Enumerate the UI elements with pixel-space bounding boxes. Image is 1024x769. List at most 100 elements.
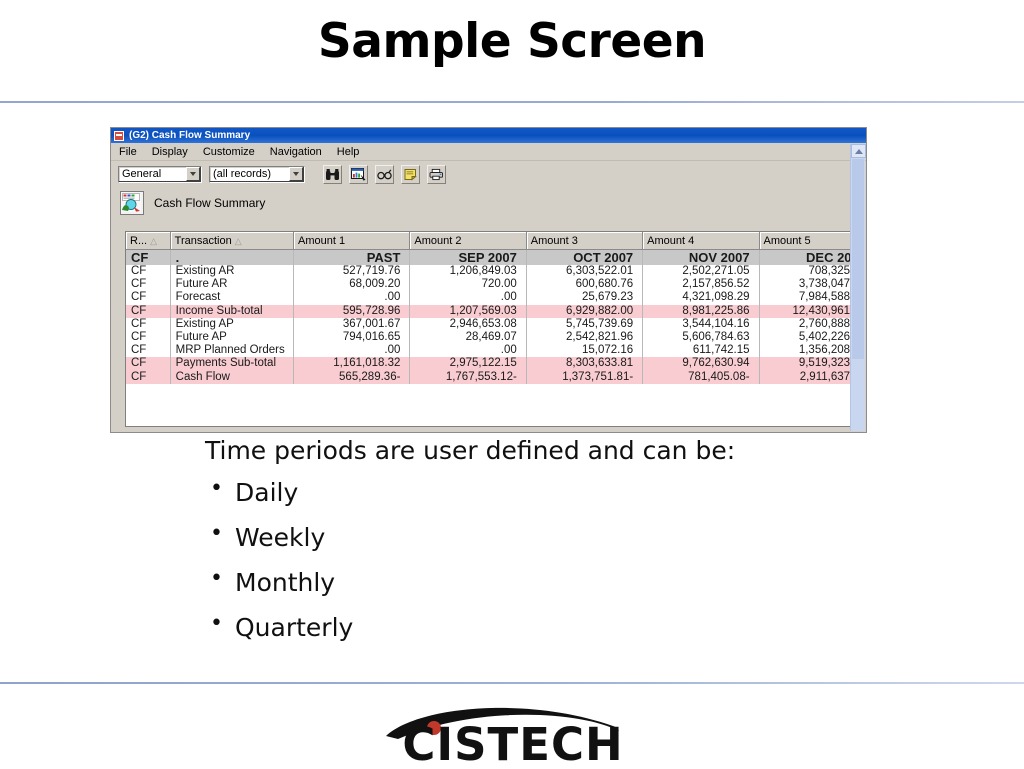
cell-amount-1: 527,719.76 bbox=[293, 265, 411, 279]
table-row[interactable]: CF Existing AP 367,001.67 2,946,653.08 5,745… bbox=[126, 317, 853, 332]
toolbar: General (all records) bbox=[111, 161, 866, 187]
cell-amount-3: OCT 2007 bbox=[526, 249, 644, 265]
bullet-list: Daily Weekly Monthly Quarterly bbox=[205, 476, 905, 642]
cell-amount-4: 3,544,104.16 bbox=[642, 317, 760, 332]
cell-record-type: CF bbox=[126, 331, 171, 345]
menu-item-help[interactable]: Help bbox=[337, 146, 360, 158]
content-block: Time periods are user defined and can be… bbox=[205, 436, 905, 658]
app-window-icon bbox=[114, 130, 124, 141]
cell-amount-3: 600,680.76 bbox=[526, 278, 644, 292]
cell-amount-5: 2,760,888.21 bbox=[759, 317, 853, 332]
report-icon bbox=[120, 190, 144, 215]
cell-amount-5: 3,738,047.70 bbox=[759, 278, 853, 292]
cell-amount-1: 367,001.67 bbox=[293, 317, 411, 332]
view-select[interactable]: General bbox=[118, 165, 202, 183]
scroll-up-arrow-icon[interactable] bbox=[851, 144, 866, 158]
cell-amount-2: .00 bbox=[409, 291, 527, 305]
column-header-amount-5[interactable]: Amount 5 bbox=[759, 232, 853, 250]
table-header-row: R... △ Transaction △ Amount 1 Amount 2 Amo… bbox=[126, 232, 853, 250]
chart-query-icon bbox=[351, 167, 366, 181]
menu-item-file[interactable]: File bbox=[119, 146, 137, 158]
cistech-logo: CISTECH bbox=[378, 700, 648, 769]
window-titlebar: (G2) Cash Flow Summary bbox=[111, 128, 866, 143]
cell-amount-1: 68,009.20 bbox=[293, 278, 411, 292]
cash-flow-grid[interactable]: R... △ Transaction △ Amount 1 Amount 2 Amo… bbox=[125, 231, 854, 427]
cell-amount-5: 2,911,637.97 bbox=[759, 370, 853, 384]
menu-item-navigation[interactable]: Navigation bbox=[270, 146, 322, 158]
table-row[interactable]: CF Future AR 68,009.20 720.00 600,680.76 2,15… bbox=[126, 278, 853, 292]
cell-transaction: Income Sub-total bbox=[170, 304, 295, 318]
cell-amount-1: PAST bbox=[293, 249, 411, 265]
print-button[interactable] bbox=[427, 164, 446, 184]
cell-amount-2: 2,975,122.15 bbox=[409, 357, 527, 371]
query-button[interactable] bbox=[349, 164, 368, 184]
sort-indicator-icon[interactable]: △ bbox=[150, 236, 157, 246]
column-header-amount-1[interactable]: Amount 1 bbox=[293, 232, 411, 250]
content-lead-text: Time periods are user defined and can be… bbox=[205, 436, 736, 465]
report-title: Cash Flow Summary bbox=[154, 195, 266, 210]
column-header-amount-4[interactable]: Amount 4 bbox=[642, 232, 760, 250]
column-header-label: Transaction bbox=[174, 234, 232, 247]
column-header-transaction[interactable]: Transaction △ bbox=[170, 232, 295, 250]
cell-record-type: CF bbox=[126, 370, 171, 384]
cell-amount-4: 4,321,098.29 bbox=[642, 291, 760, 305]
cell-transaction: Existing AR bbox=[170, 265, 295, 279]
cell-amount-1: .00 bbox=[293, 344, 411, 358]
cell-amount-5: 7,984,588.18 bbox=[759, 291, 853, 305]
cell-amount-4: NOV 2007 bbox=[642, 249, 760, 265]
cell-transaction: Existing AP bbox=[170, 317, 295, 332]
table-row[interactable]: CF Existing AR 527,719.76 1,206,849.03 6,303… bbox=[126, 265, 853, 279]
table-row[interactable]: CF Future AP 794,016.65 28,469.07 2,542,821.… bbox=[126, 331, 853, 345]
chevron-down-icon[interactable] bbox=[186, 167, 200, 181]
window-title: (G2) Cash Flow Summary bbox=[129, 130, 251, 141]
cell-amount-3: 8,303,633.81 bbox=[526, 357, 644, 371]
logo-wordmark: CISTECH bbox=[402, 718, 623, 764]
records-select[interactable]: (all records) bbox=[209, 165, 305, 183]
cell-amount-5: 1,356,208.18 bbox=[759, 344, 853, 358]
find-button[interactable] bbox=[323, 164, 342, 184]
note-button[interactable] bbox=[401, 164, 420, 184]
cell-record-type: CF bbox=[126, 304, 171, 318]
chevron-down-icon[interactable] bbox=[289, 167, 303, 181]
cell-amount-4: 781,405.08- bbox=[642, 370, 760, 384]
cell-amount-1: 595,728.96 bbox=[293, 304, 411, 318]
cell-amount-2: 1,206,849.03 bbox=[409, 265, 527, 279]
cell-amount-3: 6,303,522.01 bbox=[526, 265, 644, 279]
table-row[interactable]: CF Cash Flow 565,289.36- 1,767,553.12- 1,373… bbox=[126, 370, 853, 384]
table-row[interactable]: CF.PASTSEP 2007OCT 2007NOV 2007DEC 2007 bbox=[126, 249, 853, 265]
vertical-scrollbar[interactable] bbox=[850, 144, 866, 431]
footer-divider bbox=[0, 682, 1024, 684]
view-button[interactable] bbox=[375, 164, 394, 184]
table-row[interactable]: CF Payments Sub-total 1,161,018.32 2,975,12… bbox=[126, 357, 853, 371]
cell-amount-5: 9,519,323.23 bbox=[759, 357, 853, 371]
cell-amount-1: 565,289.36- bbox=[293, 370, 411, 384]
table-row[interactable]: CF Income Sub-total 595,728.96 1,207,569.03… bbox=[126, 304, 853, 318]
column-header-amount-3[interactable]: Amount 3 bbox=[526, 232, 644, 250]
column-header-amount-2[interactable]: Amount 2 bbox=[409, 232, 527, 250]
cell-amount-2: SEP 2007 bbox=[409, 249, 527, 265]
menu-item-customize[interactable]: Customize bbox=[203, 146, 255, 158]
column-header-record-type[interactable]: R... △ bbox=[126, 232, 171, 250]
menu-item-display[interactable]: Display bbox=[152, 146, 188, 158]
cell-transaction: Future AP bbox=[170, 331, 295, 345]
cell-amount-3: 2,542,821.96 bbox=[526, 331, 644, 345]
glasses-icon bbox=[377, 168, 392, 179]
table-row[interactable]: CF MRP Planned Orders .00.00 15,072.16 611,7… bbox=[126, 344, 853, 358]
cell-amount-1: 1,161,018.32 bbox=[293, 357, 411, 371]
cell-amount-4: 2,502,271.05 bbox=[642, 265, 760, 279]
cell-transaction: Payments Sub-total bbox=[170, 357, 295, 371]
table-row[interactable]: CF Forecast .00.00 25,679.23 4,321,098.29 7,9… bbox=[126, 291, 853, 305]
binoculars-icon bbox=[326, 168, 339, 180]
cell-amount-5: 12,430,961.20 bbox=[759, 304, 853, 318]
cell-amount-3: 25,679.23 bbox=[526, 291, 644, 305]
sort-indicator-icon[interactable]: △ bbox=[235, 236, 242, 246]
cell-record-type: CF bbox=[126, 265, 171, 279]
scrollbar-thumb[interactable] bbox=[852, 159, 864, 359]
cash-flow-summary-window: (G2) Cash Flow Summary File Display Cust… bbox=[110, 127, 867, 433]
cell-amount-3: 15,072.16 bbox=[526, 344, 644, 358]
cell-transaction: . bbox=[170, 249, 295, 265]
cell-amount-2: .00 bbox=[409, 344, 527, 358]
cell-amount-3: 1,373,751.81- bbox=[526, 370, 644, 384]
table-body: CF.PASTSEP 2007OCT 2007NOV 2007DEC 2007C… bbox=[126, 249, 853, 384]
cell-amount-3: 6,929,882.00 bbox=[526, 304, 644, 318]
